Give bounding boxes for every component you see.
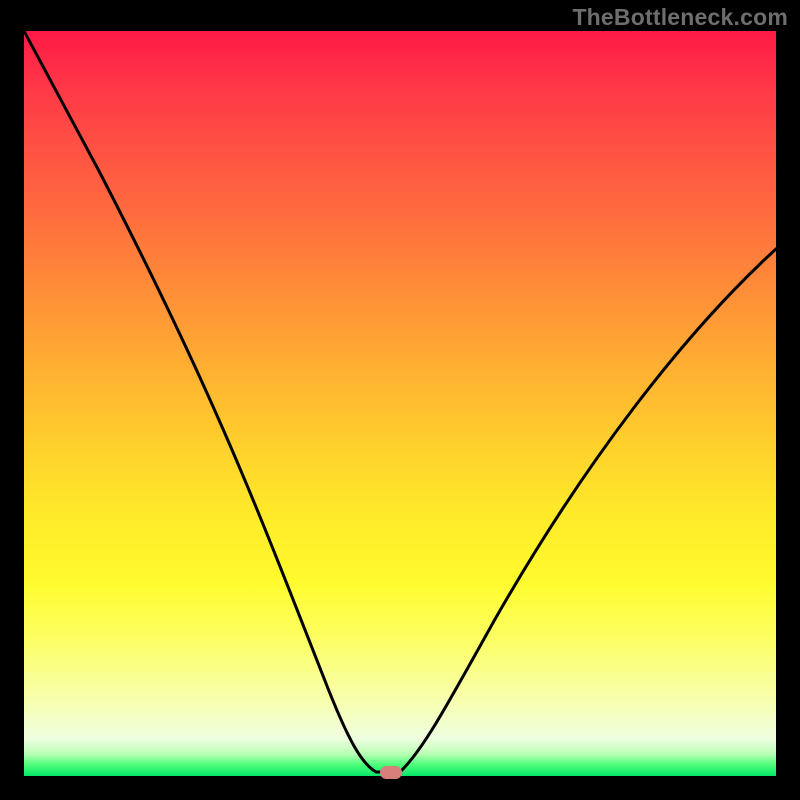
bottleneck-curve <box>24 31 776 772</box>
chart-curve-svg <box>24 31 776 776</box>
watermark-text: TheBottleneck.com <box>572 4 788 31</box>
chart-frame <box>24 31 776 776</box>
optimal-point-marker <box>380 766 402 779</box>
